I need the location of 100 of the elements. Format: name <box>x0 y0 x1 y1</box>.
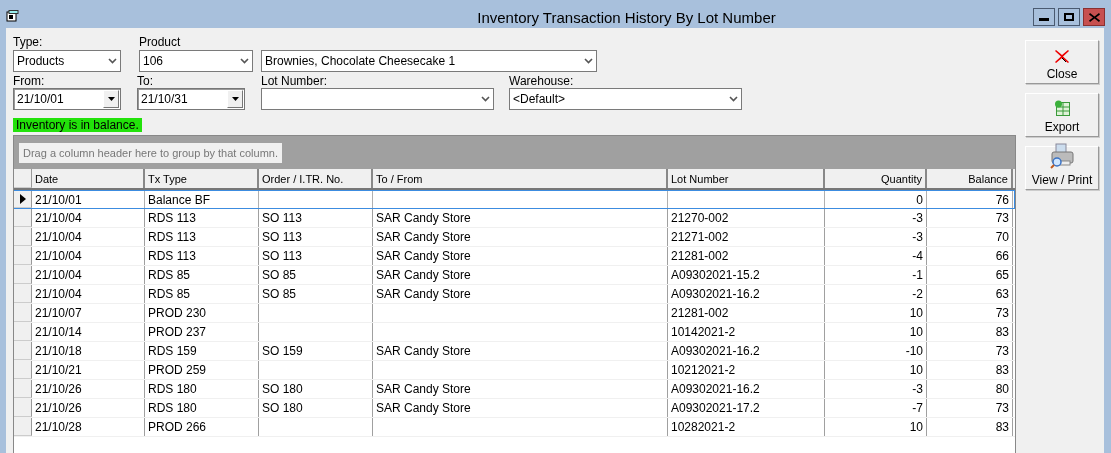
printer-icon <box>1050 143 1074 169</box>
field-label: Lot Number: <box>261 74 329 88</box>
table-cell: 10 <box>909 420 923 434</box>
table-cell: 21/10/01 <box>35 192 82 207</box>
row-selector[interactable] <box>14 191 32 208</box>
table-cell: SO 113 <box>262 230 302 244</box>
table-cell: RDS 113 <box>148 230 196 244</box>
dropdown-arrow-icon <box>231 97 239 101</box>
field-label: Type: <box>13 34 44 50</box>
table-cell: PROD 266 <box>148 420 207 434</box>
table-cell: SAR Candy Store <box>376 287 471 301</box>
table-cell: 21/10/04 <box>35 287 82 301</box>
spreadsheet-icon <box>1054 100 1070 116</box>
table-cell: -3 <box>912 382 923 396</box>
column-header[interactable]: Order / I.TR. No. <box>259 169 373 188</box>
table-cell: 73 <box>995 211 1009 225</box>
table-cell: RDS 180 <box>148 401 197 415</box>
dropdown[interactable]: Products <box>13 50 121 72</box>
table-cell: 0 <box>916 192 923 207</box>
close-icon <box>1055 50 1069 63</box>
column-header[interactable]: Quantity <box>825 169 927 188</box>
table-cell: 10282021-2 <box>671 420 736 434</box>
table-cell: 10212021-2 <box>671 363 736 377</box>
table-cell: SAR Candy Store <box>376 382 471 396</box>
table-cell: A09302021-16.2 <box>671 382 760 396</box>
table-cell: PROD 230 <box>148 306 207 320</box>
table-cell: A09302021-17.2 <box>671 401 760 415</box>
table-cell: 76 <box>995 192 1009 207</box>
table-cell: 21/10/21 <box>35 363 82 377</box>
table-cell: 10 <box>909 306 923 320</box>
table-cell: 21/10/04 <box>35 268 82 282</box>
table-cell: SAR Candy Store <box>376 249 471 263</box>
table-cell: 10 <box>909 363 923 377</box>
app-icon <box>6 10 20 22</box>
table-cell: 66 <box>995 249 1009 263</box>
toolbar-button[interactable]: Export <box>1025 93 1099 137</box>
column-header[interactable]: Balance <box>927 169 1013 188</box>
field-label: To: <box>137 74 154 88</box>
window-title: Inventory Transaction History By Lot Number <box>476 8 777 26</box>
chevron-down-icon <box>107 58 117 64</box>
toolbar-button[interactable]: View / Print <box>1025 146 1099 190</box>
table-cell: 73 <box>995 401 1009 415</box>
group-hint: Drag a column header here to group by that column. <box>19 142 282 163</box>
table-cell: 21271-002 <box>671 230 729 244</box>
table-cell: 63 <box>995 287 1009 301</box>
date-picker[interactable]: 21/10/01 <box>13 88 121 110</box>
chevron-down-icon <box>728 96 738 102</box>
dropdown[interactable]: 106 <box>139 50 253 72</box>
chevron-down-icon <box>583 58 593 64</box>
table-cell: SO 113 <box>262 211 302 225</box>
table-cell: SO 85 <box>262 268 297 282</box>
table-cell: SO 180 <box>262 382 303 396</box>
table-cell: -10 <box>905 344 923 358</box>
table-cell: RDS 180 <box>148 382 197 396</box>
table-cell: -1 <box>912 268 923 282</box>
table-cell: A09302021-16.2 <box>671 287 760 301</box>
table-cell: -2 <box>912 287 923 301</box>
table-cell: 21/10/04 <box>35 230 82 244</box>
table-cell: SO 85 <box>262 287 297 301</box>
table-cell: 83 <box>995 420 1009 434</box>
table-cell: 21/10/04 <box>35 211 82 225</box>
table-cell: 10 <box>909 325 923 339</box>
column-header[interactable]: To / From <box>373 169 668 188</box>
table-cell: RDS 113 <box>148 211 196 225</box>
field-label: Warehouse: <box>509 74 575 88</box>
table-cell: 83 <box>995 363 1009 377</box>
table-cell: 21/10/26 <box>35 382 82 396</box>
table-cell: PROD 237 <box>148 325 207 339</box>
table-cell: 21281-002 <box>671 249 729 263</box>
minimize-button[interactable] <box>1033 8 1055 26</box>
close-button[interactable] <box>1083 8 1105 26</box>
table-cell: SAR Candy Store <box>376 211 471 225</box>
column-header[interactable]: Tx Type <box>145 169 259 188</box>
field-label: Product <box>139 34 182 50</box>
table-cell: SAR Candy Store <box>376 268 471 282</box>
column-header[interactable]: Lot Number <box>668 169 825 188</box>
table-cell: 21/10/18 <box>35 344 82 358</box>
table-cell: 73 <box>995 306 1009 320</box>
table-cell: 73 <box>995 344 1009 358</box>
table-cell: RDS 159 <box>148 344 197 358</box>
field-label: From: <box>13 74 46 88</box>
table-cell: SAR Candy Store <box>376 230 471 244</box>
dropdown-arrow-icon <box>107 97 115 101</box>
table-cell: -3 <box>912 230 923 244</box>
table-cell: 21281-002 <box>671 306 729 320</box>
table-cell: RDS 85 <box>148 268 191 282</box>
table-cell: SAR Candy Store <box>376 401 471 415</box>
date-picker[interactable]: 21/10/31 <box>137 88 245 110</box>
table-cell: 21/10/14 <box>35 325 82 339</box>
dropdown[interactable]: Brownies, Chocolate Cheesecake 1 <box>261 50 597 72</box>
maximize-button[interactable] <box>1058 8 1080 26</box>
toolbar-button[interactable]: Close <box>1025 40 1099 84</box>
table-cell: 65 <box>995 268 1009 282</box>
column-header[interactable]: Date <box>32 169 145 188</box>
dropdown[interactable] <box>261 88 494 110</box>
table-cell: PROD 259 <box>148 363 207 377</box>
dropdown[interactable]: <Default> <box>509 88 742 110</box>
table-cell: -3 <box>912 211 923 225</box>
table-cell: 70 <box>995 230 1009 244</box>
table-cell: RDS 113 <box>148 249 196 263</box>
